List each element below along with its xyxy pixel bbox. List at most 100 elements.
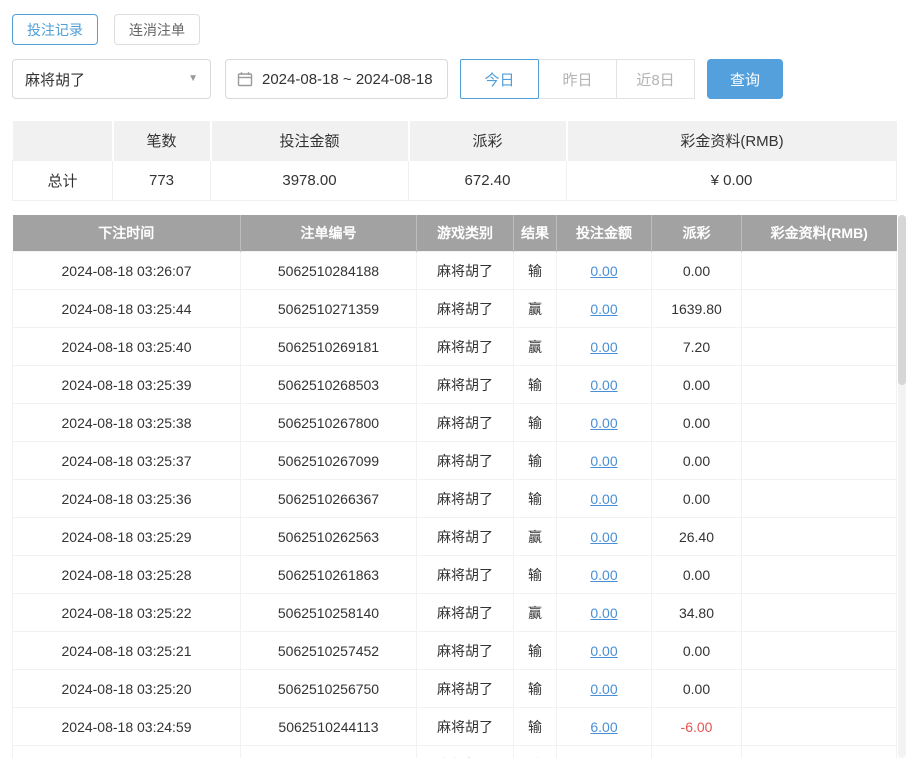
scrollbar-thumb[interactable] <box>898 215 906 385</box>
bet-amount-link[interactable]: 0.00 <box>556 669 652 708</box>
bet-time: 2024-08-18 03:25:29 <box>12 517 241 556</box>
betting-records-page: 投注记录 连消注单 麻将胡了 ▼ 2024-08-18 ~ 2024-08-18… <box>0 0 908 758</box>
bet-time: 2024-08-18 03:25:21 <box>12 631 241 670</box>
bet-amount-link[interactable]: 0.00 <box>556 251 652 290</box>
bet-amount-link[interactable]: 6.00 <box>556 745 652 758</box>
summary-header-blank <box>12 121 113 160</box>
jackpot <box>741 327 897 366</box>
payout: 0.00 <box>651 365 742 404</box>
order-number: 5062510257452 <box>240 631 417 670</box>
bet-time: 2024-08-18 03:25:39 <box>12 365 241 404</box>
jackpot <box>741 707 897 746</box>
tabs: 投注记录 连消注单 <box>12 14 896 45</box>
filter-bar: 麻将胡了 ▼ 2024-08-18 ~ 2024-08-18 今日 昨日 近8日… <box>12 59 896 99</box>
bet-amount-link[interactable]: 0.00 <box>556 555 652 594</box>
game-type: 麻将胡了 <box>416 327 514 366</box>
game-type: 麻将胡了 <box>416 251 514 290</box>
bet-amount-link[interactable]: 0.00 <box>556 403 652 442</box>
tab-betting-records[interactable]: 投注记录 <box>12 14 98 45</box>
jackpot <box>741 669 897 708</box>
order-number: 5062510269181 <box>240 327 417 366</box>
table-scrollbar[interactable] <box>898 215 906 758</box>
payout: 26.40 <box>651 517 742 556</box>
order-number: 5062510256750 <box>240 669 417 708</box>
table-row: 2024-08-18 03:25:36 5062510266367 麻将胡了输 0.0… <box>12 479 897 518</box>
game-type: 麻将胡了 <box>416 593 514 632</box>
column-header: 注单编号 <box>240 214 417 252</box>
jackpot <box>741 555 897 594</box>
game-type: 麻将胡了 <box>416 555 514 594</box>
jackpot <box>741 403 897 442</box>
bet-amount-link[interactable]: 0.00 <box>556 365 652 404</box>
summary-total-row: 总计 773 3978.00 672.40 ¥ 0.00 <box>12 159 897 201</box>
result: 赢 <box>513 593 557 632</box>
column-header: 下注时间 <box>12 214 241 252</box>
result: 赢 <box>513 289 557 328</box>
payout: 1639.80 <box>651 289 742 328</box>
bet-amount-link[interactable]: 0.00 <box>556 631 652 670</box>
chevron-down-icon: ▼ <box>188 73 198 84</box>
bet-amount-link[interactable]: 0.00 <box>556 327 652 366</box>
payout: 34.80 <box>651 593 742 632</box>
table-row: 2024-08-18 03:25:40 5062510269181 麻将胡了赢 0.0… <box>12 327 897 366</box>
tab-cancelled-orders[interactable]: 连消注单 <box>114 14 200 45</box>
jackpot <box>741 517 897 556</box>
table-row: 2024-08-18 03:25:29 5062510262563 麻将胡了赢 0.0… <box>12 517 897 556</box>
game-type: 麻将胡了 <box>416 669 514 708</box>
game-type: 麻将胡了 <box>416 365 514 404</box>
summary-total-count: 773 <box>112 159 211 201</box>
table-row: 2024-08-18 03:24:495062510240904麻将胡了输6.0… <box>12 745 897 758</box>
order-number: 5062510268503 <box>240 365 417 404</box>
bet-time: 2024-08-18 03:25:44 <box>12 289 241 328</box>
bet-amount-link[interactable]: 0.00 <box>556 479 652 518</box>
order-number: 5062510267800 <box>240 403 417 442</box>
quick-yesterday-button[interactable]: 昨日 <box>538 59 617 99</box>
bet-time: 2024-08-18 03:25:36 <box>12 479 241 518</box>
payout: -6.00 <box>651 707 742 746</box>
bet-time: 2024-08-18 03:24:59 <box>12 707 241 746</box>
order-number: 5062510258140 <box>240 593 417 632</box>
bet-time: 2024-08-18 03:26:07 <box>12 251 241 290</box>
quick-last8days-button[interactable]: 近8日 <box>616 59 695 99</box>
bet-amount-link[interactable]: 0.00 <box>556 593 652 632</box>
result: 输 <box>513 251 557 290</box>
payout: 7.20 <box>651 327 742 366</box>
jackpot <box>741 479 897 518</box>
table-row: 2024-08-18 03:26:07 5062510284188 麻将胡了输 0.0… <box>12 251 897 290</box>
order-number: 5062510284188 <box>240 251 417 290</box>
jackpot <box>741 251 897 290</box>
summary-total-bet-amount: 3978.00 <box>210 159 409 201</box>
bet-time: 2024-08-18 03:25:38 <box>12 403 241 442</box>
game-select[interactable]: 麻将胡了 ▼ <box>12 59 211 99</box>
records-table: 下注时间 注单编号 游戏类别 结果 投注金额 派彩 彩金资料(RMB) 2024-08-18… <box>12 214 897 758</box>
payout: 0.00 <box>651 441 742 480</box>
bet-amount-link[interactable]: 0.00 <box>556 517 652 556</box>
jackpot <box>741 745 897 758</box>
result: 输 <box>513 669 557 708</box>
result: 赢 <box>513 517 557 556</box>
bet-amount-link[interactable]: 0.00 <box>556 441 652 480</box>
result: 赢 <box>513 327 557 366</box>
jackpot <box>741 593 897 632</box>
summary-header-row: 笔数 投注金额 派彩 彩金资料(RMB) <box>12 121 897 160</box>
bet-amount-link[interactable]: 0.00 <box>556 289 652 328</box>
summary-header-payout: 派彩 <box>407 121 567 160</box>
order-number: 5062510244113 <box>240 707 417 746</box>
query-button[interactable]: 查询 <box>707 59 783 99</box>
result: 输 <box>513 707 557 746</box>
order-number: 5062510261863 <box>240 555 417 594</box>
game-type: 麻将胡了 <box>416 403 514 442</box>
bet-time: 2024-08-18 03:25:20 <box>12 669 241 708</box>
bet-time: 2024-08-18 03:25:37 <box>12 441 241 480</box>
order-number: 5062510262563 <box>240 517 417 556</box>
calendar-icon <box>237 71 253 87</box>
jackpot <box>741 289 897 328</box>
summary-header-bet-amount: 投注金额 <box>209 121 409 160</box>
quick-today-button[interactable]: 今日 <box>460 59 539 99</box>
game-type: 麻将胡了 <box>416 289 514 328</box>
table-row: 2024-08-18 03:25:37 5062510267099 麻将胡了输 0.0… <box>12 441 897 480</box>
date-range-input[interactable]: 2024-08-18 ~ 2024-08-18 <box>225 59 448 99</box>
order-number: 5062510271359 <box>240 289 417 328</box>
jackpot <box>741 441 897 480</box>
bet-amount-link[interactable]: 6.00 <box>556 707 652 746</box>
